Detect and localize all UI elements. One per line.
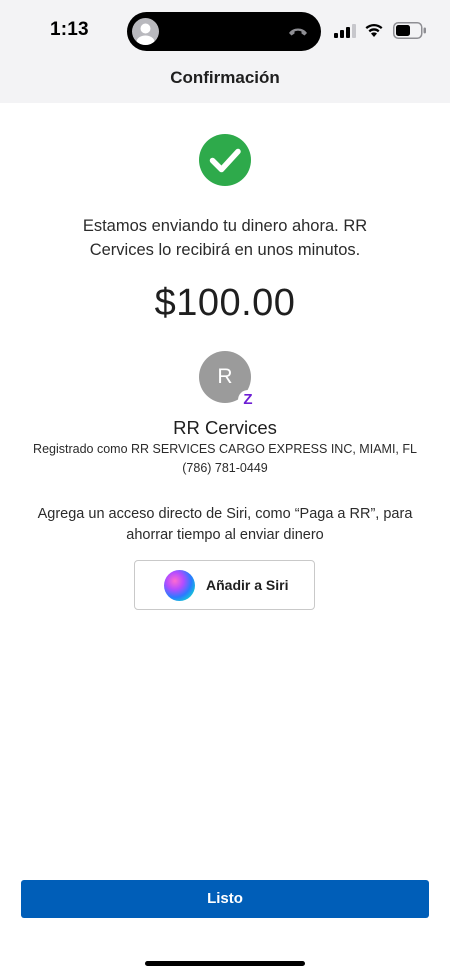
cellular-signal-icon bbox=[334, 24, 356, 38]
add-to-siri-label: Añadir a Siri bbox=[206, 577, 289, 593]
recipient-name: RR Cervices bbox=[173, 417, 277, 438]
caller-avatar-icon bbox=[132, 18, 159, 45]
add-to-siri-button[interactable]: Añadir a Siri bbox=[134, 560, 315, 610]
recipient-phone: (786) 781-0449 bbox=[182, 461, 268, 475]
zelle-badge-icon: Z bbox=[238, 390, 258, 410]
phone-call-icon bbox=[289, 28, 307, 36]
done-button[interactable]: Listo bbox=[21, 880, 429, 918]
wifi-icon bbox=[365, 23, 383, 37]
page-title: Confirmación bbox=[170, 68, 280, 87]
dynamic-island[interactable] bbox=[127, 12, 321, 51]
battery-icon bbox=[393, 22, 426, 39]
status-time: 1:13 bbox=[50, 19, 89, 40]
success-check-icon bbox=[199, 134, 251, 186]
amount-sent: $100.00 bbox=[154, 282, 296, 324]
home-indicator[interactable] bbox=[145, 961, 305, 966]
confirmation-message: Estamos enviando tu dinero ahora. RR Cer… bbox=[82, 217, 368, 259]
top-bar: 1:13 Confirmación bbox=[0, 0, 450, 103]
siri-shortcut-prompt: Agrega un acceso directo de Siri, como “… bbox=[37, 506, 413, 543]
recipient-registered-name: Registrado como RR SERVICES CARGO EXPRES… bbox=[33, 442, 417, 456]
siri-icon bbox=[164, 570, 195, 601]
